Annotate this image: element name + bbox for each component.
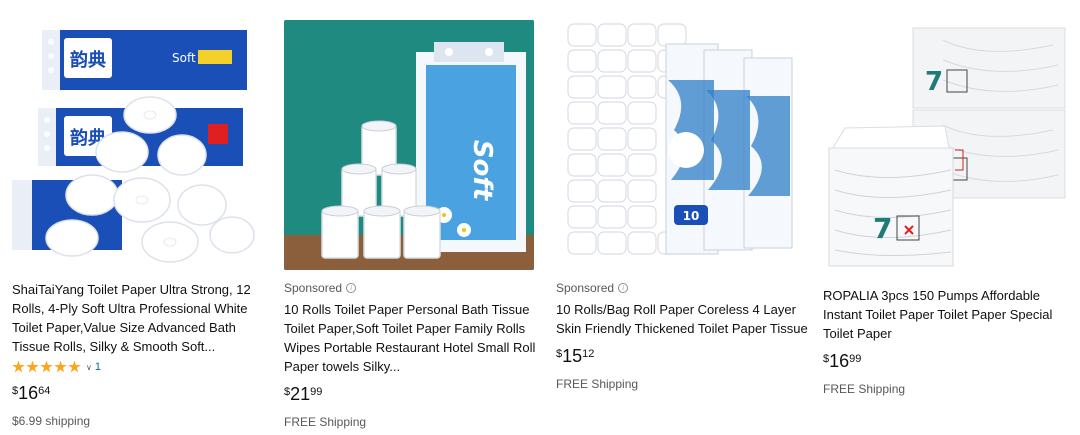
rating[interactable]: ∨ 1: [12, 359, 264, 375]
rating-count[interactable]: 1: [95, 361, 101, 373]
price[interactable]: $ 21 99: [284, 384, 536, 406]
info-icon[interactable]: i: [618, 283, 629, 293]
svg-text:7: 7: [873, 212, 892, 245]
product-image[interactable]: 7 7 7: [823, 20, 1073, 270]
info-icon[interactable]: i: [346, 283, 357, 293]
star-icon: [40, 360, 53, 373]
product-title[interactable]: ShaiTaiYang Toilet Paper Ultra Strong, 1…: [12, 280, 264, 356]
product-title[interactable]: 10 Rolls/Bag Roll Paper Coreless 4 Layer…: [556, 300, 808, 338]
coreless-rolls-illustration: 10: [567, 23, 793, 255]
shipping-info: FREE Shipping: [556, 377, 639, 391]
product-title[interactable]: 10 Rolls Toilet Paper Personal Bath Tiss…: [284, 300, 536, 376]
package-logo-text: Soft: [467, 140, 497, 202]
package-logo-text: 韵典: [70, 49, 106, 71]
shipping-info: FREE Shipping: [823, 382, 906, 396]
sponsored-label[interactable]: Sponsored i: [556, 280, 808, 296]
toilet-paper-10-rolls-illustration: Soft: [284, 20, 534, 270]
toilet-paper-12-rolls-illustration: 韵典 韵典 Soft: [12, 30, 255, 263]
facial-tissue-packs-illustration: 7 7 7: [828, 27, 1066, 267]
package-logo-text: 7: [925, 67, 943, 97]
shipping-info: $6.99 shipping: [12, 414, 91, 428]
price[interactable]: $ 16 99: [823, 351, 1075, 373]
star-icon: [54, 360, 67, 373]
star-icon: [68, 360, 81, 373]
product-image[interactable]: 10: [556, 20, 806, 270]
sponsored-label[interactable]: Sponsored i: [284, 280, 536, 296]
product-title[interactable]: ROPALIA 3pcs 150 Pumps Affordable Instan…: [823, 286, 1075, 343]
product-image[interactable]: 韵典 韵典 Soft: [12, 20, 262, 270]
chevron-down-icon[interactable]: ∨: [86, 363, 92, 372]
package-logo-text: 10: [683, 209, 700, 223]
svg-text:Soft: Soft: [172, 51, 196, 65]
star-icon: [26, 360, 39, 373]
product-image[interactable]: Soft: [284, 20, 534, 270]
price[interactable]: $ 15 12: [556, 346, 808, 368]
shipping-info: FREE Shipping: [284, 415, 367, 429]
star-icon: [12, 360, 25, 373]
price[interactable]: $ 16 64: [12, 383, 264, 405]
